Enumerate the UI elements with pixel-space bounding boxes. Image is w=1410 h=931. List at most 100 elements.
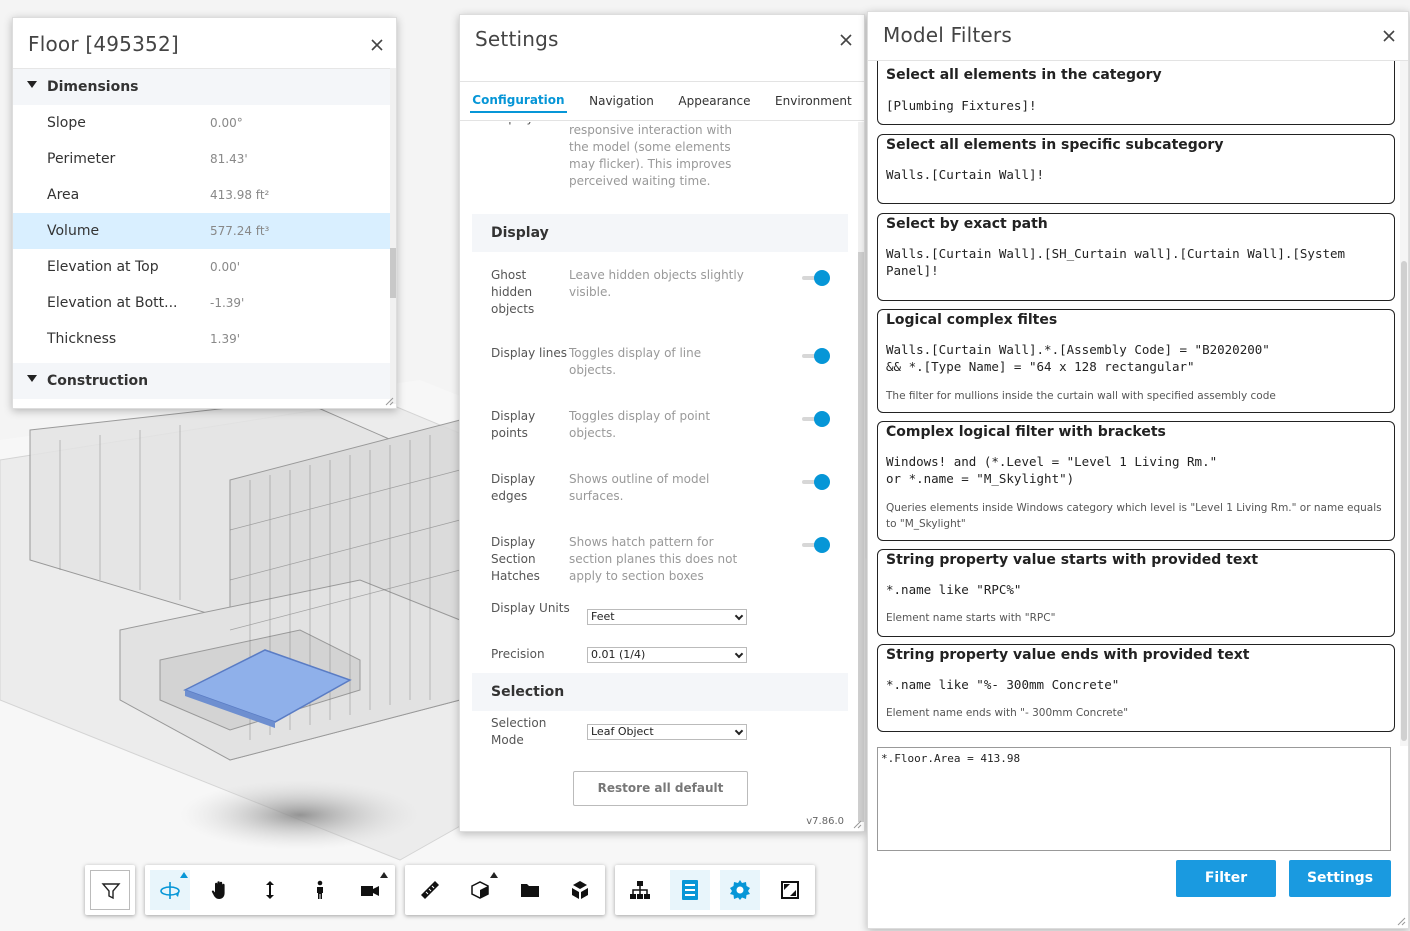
- property-row[interactable]: Thickness 1.39': [13, 321, 391, 357]
- settings-tabs: Configuration Navigation Appearance Envi…: [460, 81, 864, 121]
- filter-button[interactable]: Filter: [1176, 860, 1276, 897]
- properties-list: Dimensions Slope 0.00° Perimeter 81.43' …: [13, 68, 391, 404]
- filter-example-card[interactable]: Logical complex filtes Walls.[Curtain Wa…: [877, 309, 1395, 413]
- tab-navigation[interactable]: Navigation: [587, 90, 656, 112]
- properties-scrollbar[interactable]: [390, 68, 396, 404]
- tab-appearance[interactable]: Appearance: [676, 90, 752, 112]
- property-row[interactable]: Perimeter 81.43': [13, 141, 391, 177]
- setting-name: Display points: [491, 409, 536, 440]
- model-browser-button[interactable]: [620, 870, 660, 910]
- ghost-hidden-toggle[interactable]: [800, 269, 830, 287]
- scrollbar-thumb[interactable]: [390, 248, 396, 298]
- setting-description: Leave hidden objects slightly visible.: [569, 268, 744, 299]
- filter-example-code: Windows! and (*.Level = "Level 1 Living …: [886, 454, 1218, 486]
- first-person-tool-button[interactable]: [300, 870, 340, 910]
- filter-tool-button[interactable]: [90, 870, 130, 910]
- close-icon: [840, 34, 852, 46]
- precision-select[interactable]: 0.01 (1/4): [587, 647, 747, 663]
- toolbar-group-panels: [615, 865, 815, 915]
- setting-row: Ghost hidden objects Leave hidden object…: [472, 267, 848, 327]
- folder-icon: [521, 884, 539, 897]
- property-name: Thickness: [47, 331, 117, 347]
- filters-settings-button[interactable]: Settings: [1289, 860, 1391, 897]
- filter-icon: [101, 883, 121, 900]
- camera-tool-button[interactable]: [350, 870, 390, 910]
- settings-panel: Settings Configuration Navigation Appear…: [459, 14, 865, 832]
- property-row-highlighted[interactable]: Volume 577.24 ft³: [13, 213, 391, 249]
- toggle-knob: [814, 411, 830, 427]
- display-units-select[interactable]: Feet: [587, 609, 747, 625]
- filter-example-title: Select all elements in specific subcateg…: [886, 137, 1224, 153]
- category-construction[interactable]: Construction: [13, 363, 391, 399]
- properties-close-button[interactable]: [365, 33, 389, 57]
- explode-tool-button[interactable]: [560, 870, 600, 910]
- resize-grip-icon[interactable]: [852, 819, 862, 829]
- filter-example-card[interactable]: Select all elements in the category [Plu…: [877, 61, 1395, 125]
- version-label: v7.86.0: [806, 816, 844, 827]
- filters-close-button[interactable]: [1377, 24, 1401, 48]
- display-edges-toggle[interactable]: [800, 473, 830, 491]
- setting-row: Display lines Toggles display of line ob…: [472, 345, 848, 385]
- property-value: 577.24 ft³: [210, 224, 270, 238]
- settings-tool-button[interactable]: [720, 870, 760, 910]
- toggle-knob: [814, 270, 830, 286]
- filter-example-card[interactable]: Select all elements in specific subcateg…: [877, 134, 1395, 204]
- filter-example-title: Select all elements in the category: [886, 67, 1162, 83]
- settings-close-button[interactable]: [834, 28, 858, 52]
- chevron-down-icon: [734, 726, 744, 736]
- property-row[interactable]: Slope 0.00°: [13, 105, 391, 141]
- filter-example-code: Walls.[Curtain Wall].*.[Assembly Code] =…: [886, 342, 1270, 374]
- orbit-tool-button[interactable]: [150, 870, 190, 910]
- filters-scrollbar[interactable]: [1400, 61, 1408, 746]
- scrollbar-thumb[interactable]: [858, 252, 864, 822]
- setting-description: Shows hatch pattern for section planes t…: [569, 535, 738, 583]
- zoom-tool-button[interactable]: [250, 870, 290, 910]
- display-points-toggle[interactable]: [800, 410, 830, 428]
- fullscreen-button[interactable]: [770, 870, 810, 910]
- property-value: 81.43': [210, 152, 248, 166]
- category-dimensions[interactable]: Dimensions: [13, 69, 391, 105]
- property-row[interactable]: Elevation at Bott... -1.39': [13, 285, 391, 321]
- filter-example-title: Logical complex filtes: [886, 312, 1058, 328]
- display-lines-toggle[interactable]: [800, 347, 830, 365]
- tab-configuration[interactable]: Configuration: [470, 89, 567, 113]
- property-row[interactable]: Area 413.98 ft²: [13, 177, 391, 213]
- setting-row: Display points Toggles display of point …: [472, 408, 848, 448]
- properties-button[interactable]: [670, 870, 710, 910]
- property-name: Volume: [47, 223, 100, 239]
- restore-defaults-button[interactable]: Restore all default settings: [573, 771, 748, 806]
- tab-environment[interactable]: Environment: [773, 90, 854, 112]
- setting-row-partial: display the view and allows for more res…: [472, 122, 848, 200]
- selection-mode-select[interactable]: Leaf Object: [587, 724, 747, 740]
- section-icon: [471, 881, 489, 899]
- property-name: Elevation at Bott...: [47, 295, 178, 311]
- filter-example-card[interactable]: Select by exact path Walls.[Curtain Wall…: [877, 213, 1395, 301]
- scrollbar-thumb[interactable]: [1401, 261, 1407, 741]
- pan-tool-button[interactable]: [200, 870, 240, 910]
- filters-panel-title: Model Filters: [883, 23, 1012, 47]
- settings-content: display the view and allows for more res…: [460, 122, 858, 812]
- property-name: Slope: [47, 115, 86, 131]
- folder-tool-button[interactable]: [510, 870, 550, 910]
- settings-panel-title: Settings: [475, 27, 559, 51]
- property-row[interactable]: Elevation at Top 0.00': [13, 249, 391, 285]
- section-hatches-toggle[interactable]: [800, 536, 830, 554]
- settings-scrollbar[interactable]: [858, 122, 864, 822]
- explode-icon: [572, 881, 588, 899]
- section-tool-button[interactable]: [460, 870, 500, 910]
- filter-example-description: Element name ends with "- 300mm Concrete…: [886, 707, 1129, 719]
- filter-example-card[interactable]: Complex logical filter with brackets Win…: [877, 421, 1395, 541]
- setting-description: the view and allows for more responsive …: [569, 123, 732, 188]
- property-value: 0.00': [210, 260, 241, 274]
- caret-icon: [490, 872, 498, 878]
- filter-example-card[interactable]: String property value ends with provided…: [877, 644, 1395, 732]
- filter-example-code: *.name like "RPC%": [886, 582, 1022, 597]
- filter-example-card[interactable]: String property value starts with provid…: [877, 549, 1395, 637]
- measure-tool-button[interactable]: [410, 870, 450, 910]
- resize-grip-icon[interactable]: [1396, 916, 1406, 926]
- settings-gear-icon: [730, 880, 750, 900]
- filter-query-input[interactable]: *.Floor.Area = 413.98: [877, 747, 1391, 851]
- select-value: Leaf Object: [591, 725, 654, 738]
- setting-name: Display lines: [491, 346, 567, 360]
- resize-grip-icon[interactable]: [384, 396, 394, 406]
